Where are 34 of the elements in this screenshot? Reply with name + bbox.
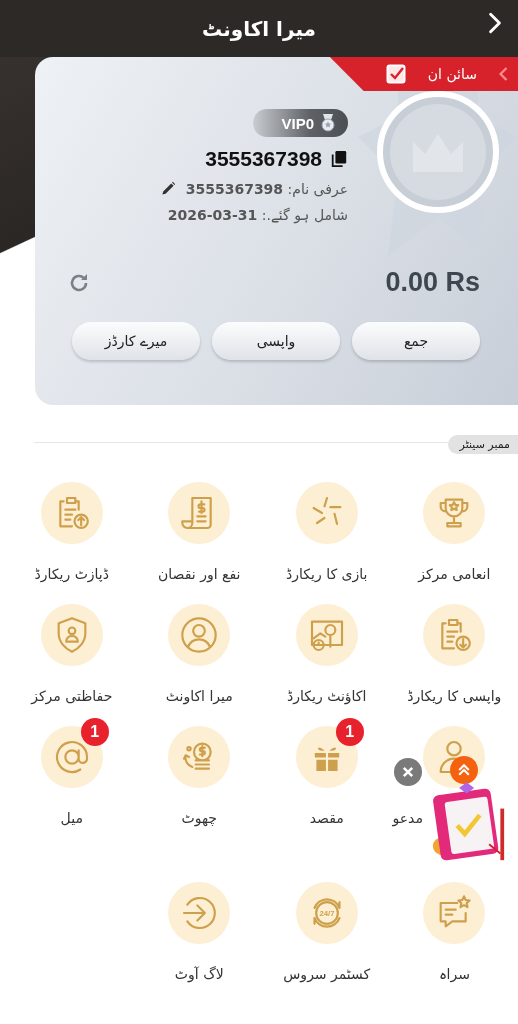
notification-count: 1 — [80, 718, 109, 746]
menu-label[interactable]: انعامی مرکز — [418, 566, 491, 582]
sign-in-button[interactable]: سائن ان — [329, 57, 518, 91]
menu-label[interactable]: حفاظتی مرکز — [31, 688, 113, 704]
action-button[interactable]: جمع — [352, 322, 480, 360]
balance-amount: 0.00 Rs — [385, 267, 480, 298]
menu-label[interactable]: بازی کا ریکارڈ — [286, 566, 368, 582]
menu-label[interactable]: مدعو — [392, 810, 423, 826]
notification-count: 1 — [335, 718, 364, 746]
menu-label[interactable]: کسٹمر سروس — [283, 966, 371, 982]
menu-label[interactable]: میرا اکاونٹ — [165, 688, 233, 704]
close-icon — [400, 765, 415, 779]
action-button[interactable]: میرے کارڈز — [72, 322, 200, 360]
menu-label[interactable]: مقصد — [309, 810, 344, 826]
vip-level-badge: VIP0 — [253, 109, 348, 137]
page-title: میرا اکاونٹ — [202, 16, 316, 41]
copy-icon[interactable] — [330, 150, 348, 168]
menu-label[interactable]: واپسی کا ریکارڈ — [407, 688, 502, 704]
close-button[interactable] — [393, 758, 422, 786]
menu-label[interactable]: چھوٹ — [181, 810, 217, 826]
medal-icon — [318, 113, 338, 133]
action-button[interactable]: واپسی — [212, 322, 340, 360]
pencil-icon[interactable] — [159, 181, 176, 197]
section-label: ممبر سینٹر — [447, 435, 518, 454]
checkbox-icon — [385, 64, 406, 84]
menu-label[interactable]: لاگ آوٹ — [174, 966, 224, 982]
menu-label[interactable]: سراہ — [438, 966, 470, 982]
menu-label[interactable]: اکاؤنٹ ریکارڈ — [287, 688, 367, 704]
menu-label[interactable]: میل — [60, 810, 83, 826]
back-chevron-icon[interactable] — [488, 12, 502, 34]
menu-label[interactable]: نفع اور نقصان — [158, 566, 241, 582]
chevron-icon — [499, 66, 508, 82]
user-id: 3555367398 — [205, 147, 322, 171]
menu-label[interactable]: ڈپازٹ ریکارڈ — [34, 566, 109, 582]
